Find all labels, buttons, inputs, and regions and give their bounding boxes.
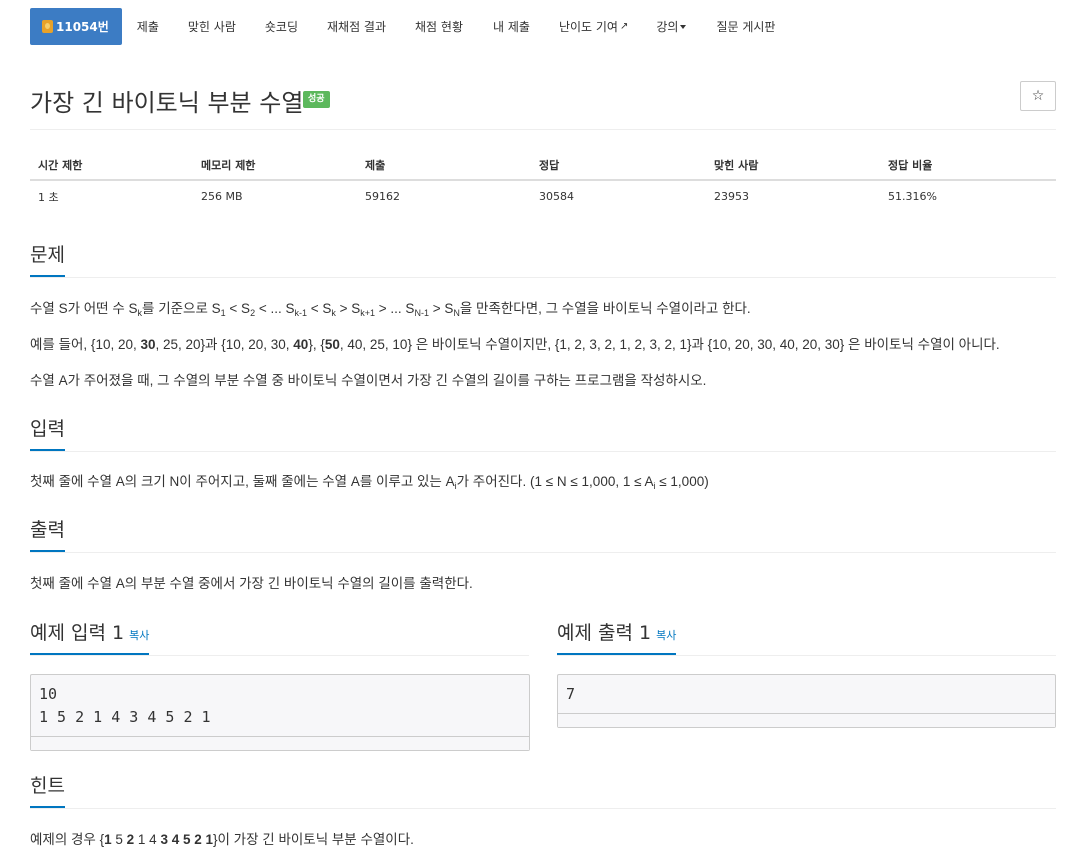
input-heading: 입력 [30,414,65,451]
nav-lectures-label: 강의 [656,20,679,34]
nav-short-coding[interactable]: 숏코딩 [251,8,313,45]
sample-output-header: 예제 출력 1 복사 [557,618,1056,656]
input-section-header: 입력 [30,414,1056,452]
problem-nav: 11054번 제출 맞힌 사람 숏코딩 재채점 결과 채점 현황 내 제출 난이… [30,8,790,45]
time-limit-header: 시간 제한 [30,150,193,181]
sample-input-box[interactable]: 10 1 5 2 1 4 3 4 5 2 1 [30,674,530,751]
solved-users-value: 23953 [714,190,749,203]
accept-ratio-value: 51.316% [888,190,937,203]
sample-input-title: 예제 입력 1 [30,622,125,644]
hint-text: 예제의 경우 {1 5 2 1 4 3 4 5 2 1}이 가장 긴 바이토닉 … [30,832,414,847]
nav-question-board-label: 질문 게시판 [716,20,776,34]
memory-limit-header: 메모리 제한 [193,150,357,181]
problem-line-1: 수열 S가 어떤 수 Sk를 기준으로 S1 < S2 < ... Sk-1 <… [30,301,751,318]
nav-judge-status-label: 채점 현황 [415,20,463,34]
nav-difficulty-label: 난이도 기여 [558,20,618,34]
nav-submit-label: 제출 [136,20,159,34]
nav-my-submissions[interactable]: 내 제출 [478,8,545,45]
horizontal-scrollbar[interactable] [558,713,1055,727]
medal-icon [42,20,53,33]
problem-info-table: 시간 제한 메모리 제한 제출 정답 맞힌 사람 정답 비율 1 초 256 M… [30,150,1056,212]
page-header: 가장 긴 바이토닉 부분 수열 성공 ☆ [30,80,1056,130]
sample-output-heading: 예제 출력 1 복사 [557,618,677,655]
accepted-header: 정답 [531,150,706,181]
accepted-value: 30584 [539,190,574,203]
nav-submit[interactable]: 제출 [122,8,173,45]
output-description: 첫째 줄에 수열 A의 부분 수열 중에서 가장 긴 바이토닉 수열의 길이를 … [30,576,473,591]
status-badge: 성공 [303,91,330,108]
problem-number-label: 11054번 [56,20,109,34]
nav-difficulty-contribution[interactable]: 난이도 기여 ↗ [545,8,642,45]
page-title: 가장 긴 바이토닉 부분 수열 [30,89,304,117]
solved-users-header: 맞힌 사람 [706,150,880,181]
caret-down-icon [680,24,687,29]
time-limit-value: 1 초 [38,190,59,204]
submissions-value: 59162 [365,190,400,203]
nav-lectures-dropdown[interactable]: 강의 [642,8,701,45]
problem-line-3: 수열 A가 주어졌을 때, 그 수열의 부분 수열 중 바이토닉 수열이면서 가… [30,373,707,388]
star-button[interactable]: ☆ [1020,81,1056,111]
nav-problem-number[interactable]: 11054번 [30,8,122,45]
table-header-row: 시간 제한 메모리 제한 제출 정답 맞힌 사람 정답 비율 [30,150,1056,181]
star-icon: ☆ [1031,88,1045,104]
copy-sample-output-link[interactable]: 복사 [656,629,676,642]
table-row: 1 초 256 MB 59162 30584 23953 51.316% [30,180,1056,212]
sample-output-content: 7 [566,685,576,703]
nav-solved-users-label: 맞힌 사람 [187,20,236,34]
nav-question-board[interactable]: 질문 게시판 [701,8,790,45]
external-link-icon: ↗ [619,21,629,32]
accept-ratio-header: 정답 비율 [880,150,1056,181]
output-section-header: 출력 [30,515,1056,553]
problem-heading: 문제 [30,240,65,277]
sample-input-heading: 예제 입력 1 복사 [30,618,150,655]
sample-output-box[interactable]: 7 [557,674,1056,728]
copy-sample-input-link[interactable]: 복사 [129,629,149,642]
hint-section-header: 힌트 [30,771,1056,809]
problem-section-header: 문제 [30,240,1056,278]
hint-heading: 힌트 [30,771,65,808]
sample-input-content: 10 1 5 2 1 4 3 4 5 2 1 [39,685,211,726]
nav-rejudge-results[interactable]: 재채점 결과 [313,8,401,45]
nav-judge-status[interactable]: 채점 현황 [401,8,478,45]
nav-rejudge-results-label: 재채점 결과 [327,20,387,34]
nav-my-submissions-label: 내 제출 [493,20,530,34]
sample-output-title: 예제 출력 1 [557,622,652,644]
horizontal-scrollbar[interactable] [31,736,529,750]
memory-limit-value: 256 MB [201,190,243,203]
problem-line-2: 예를 들어, {10, 20, 30, 25, 20}과 {10, 20, 30… [30,337,1000,352]
input-description: 첫째 줄에 수열 A의 크기 N이 주어지고, 둘째 줄에는 수열 A를 이루고… [30,474,709,491]
submissions-header: 제출 [357,150,531,181]
nav-short-coding-label: 숏코딩 [264,20,298,34]
sample-input-header: 예제 입력 1 복사 [30,618,529,656]
output-heading: 출력 [30,515,65,552]
nav-solved-users[interactable]: 맞힌 사람 [173,8,251,45]
